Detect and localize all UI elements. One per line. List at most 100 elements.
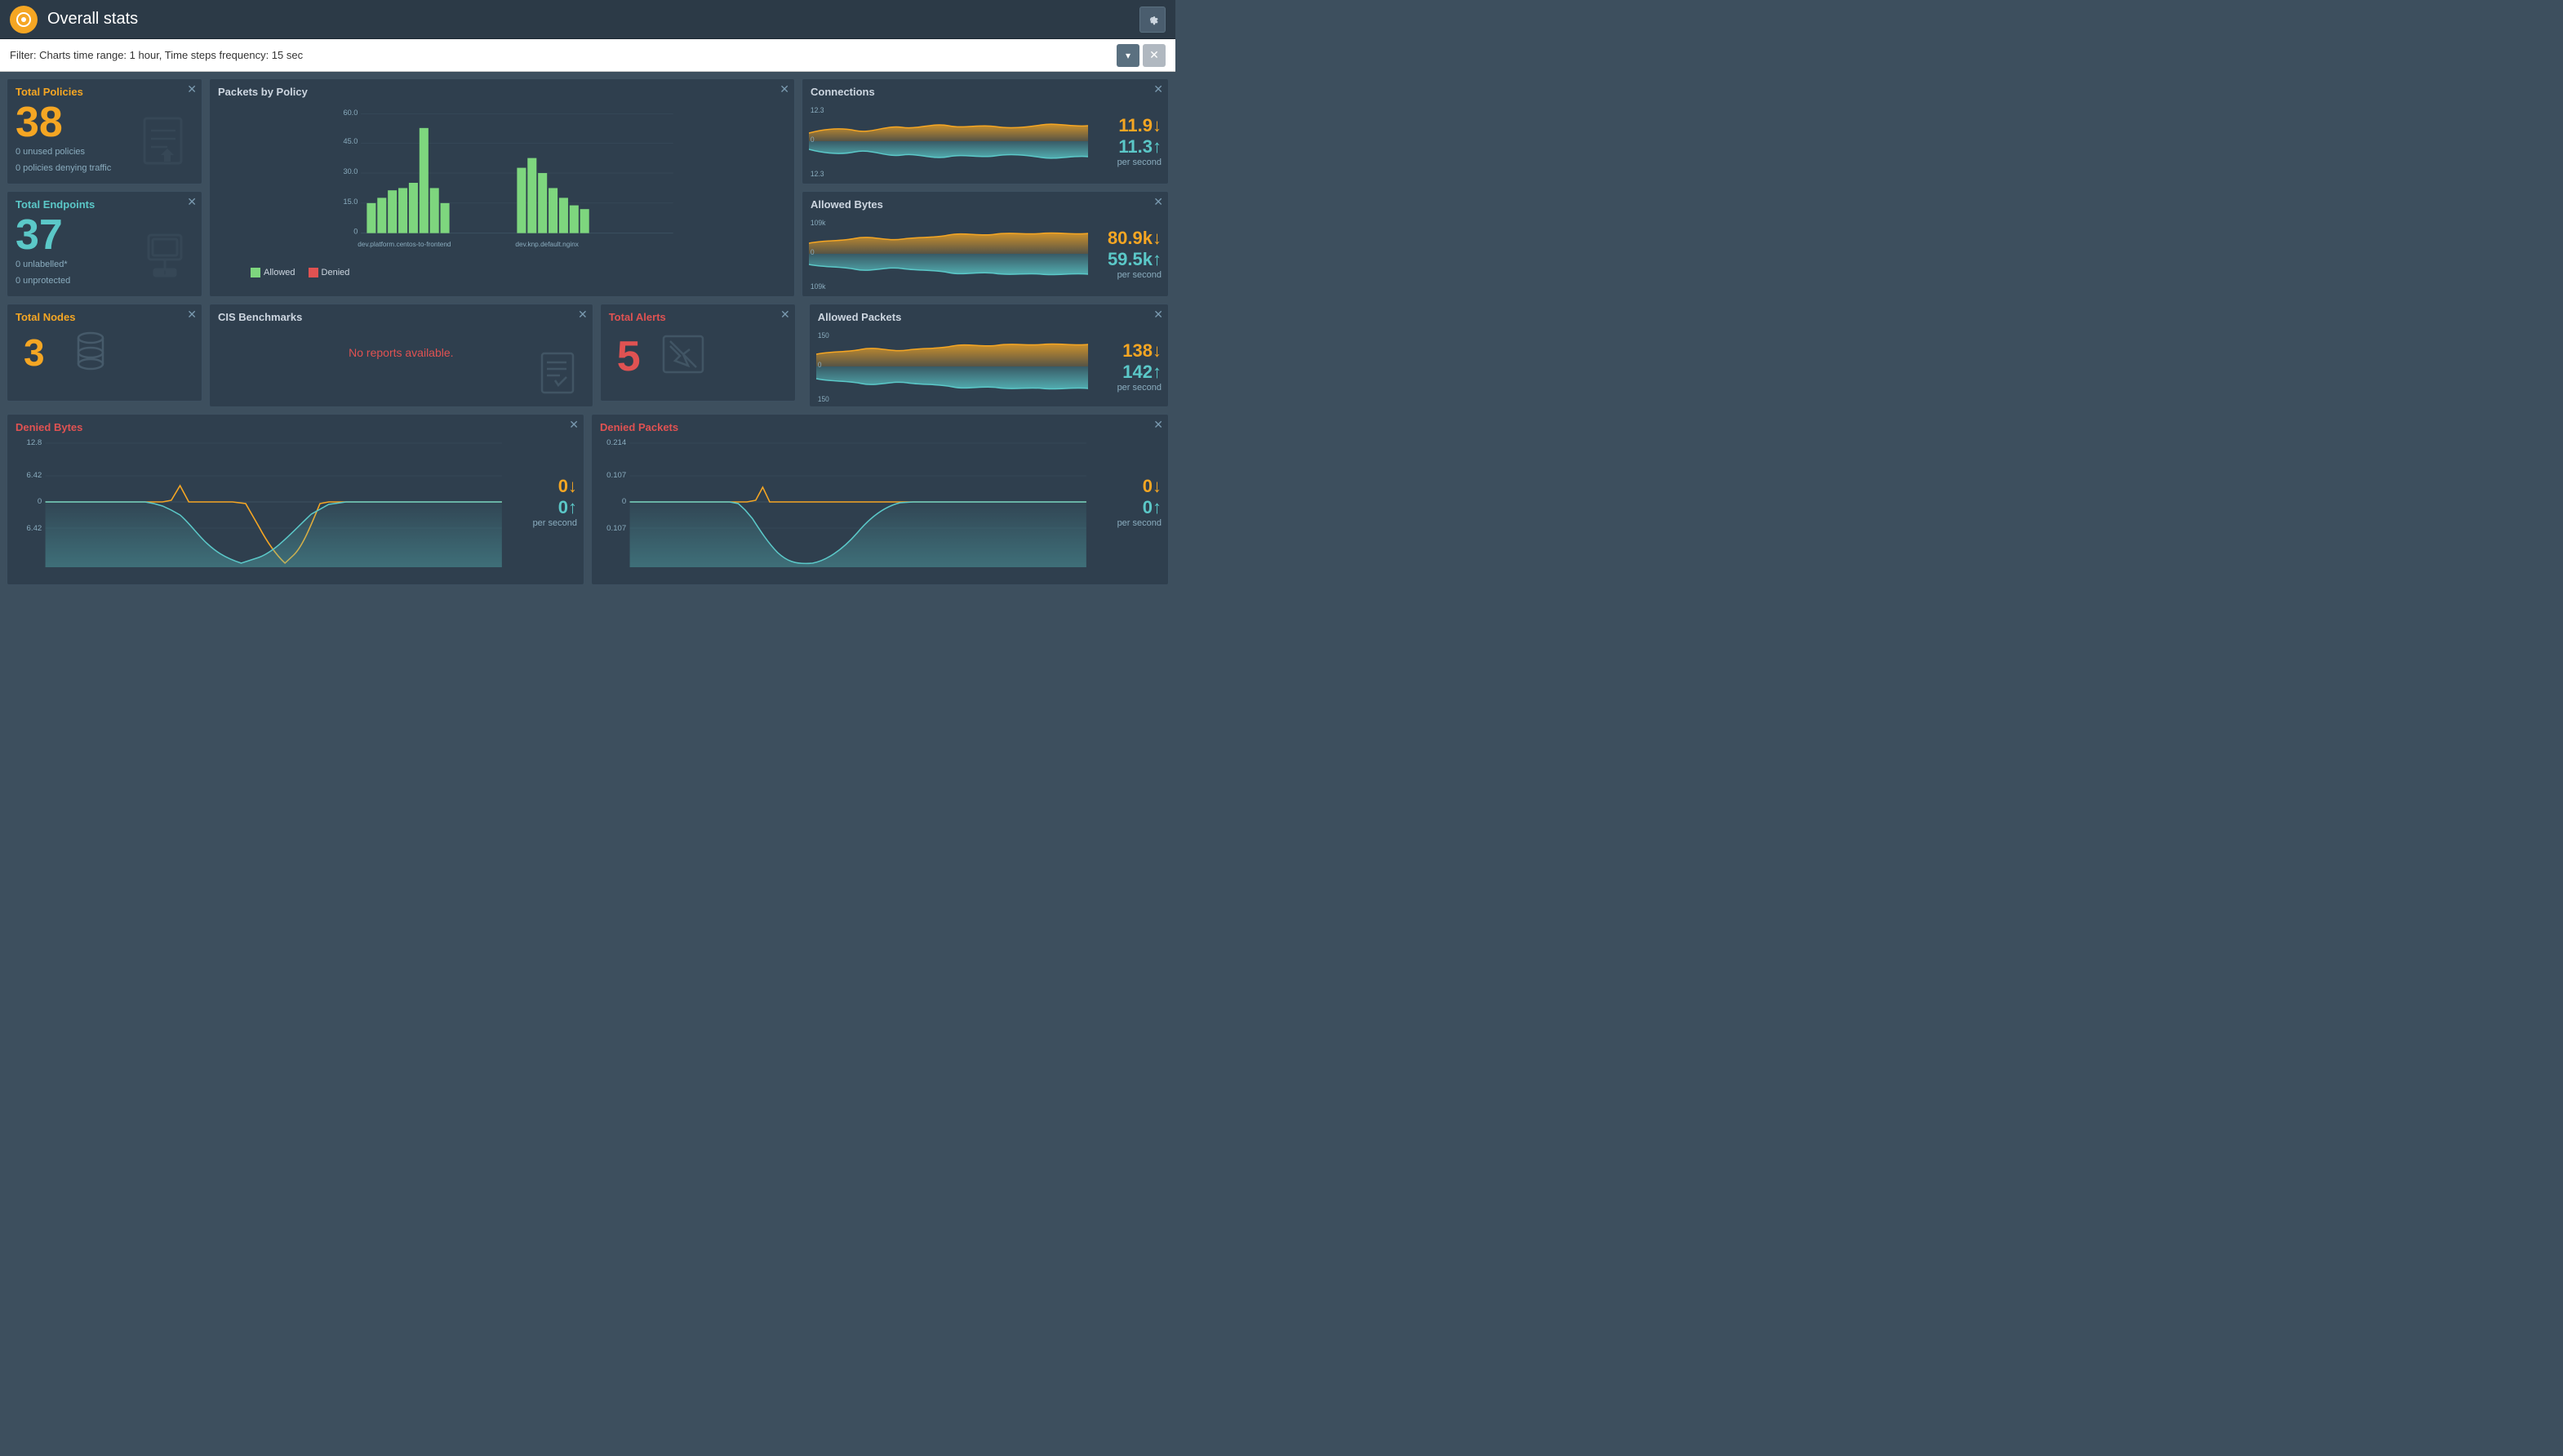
allowed-bytes-up: 59.5k↑ [1095, 249, 1162, 270]
total-alerts-title: Total Alerts [601, 304, 795, 326]
total-alerts-value: 5 [609, 335, 649, 378]
row-1: ✕ Total Policies 38 0 unused policies 0 … [7, 78, 1169, 297]
allowed-bytes-values: 80.9k↓ 59.5k↑ per second [1088, 228, 1162, 280]
cis-close[interactable]: ✕ [578, 308, 588, 322]
dashboard: ✕ Total Policies 38 0 unused policies 0 … [0, 72, 1175, 592]
packets-close[interactable]: ✕ [780, 82, 789, 96]
svg-text:109k: 109k [811, 282, 826, 291]
svg-text:0.107: 0.107 [606, 471, 626, 479]
connections-sparkline: 12.3 0 12.3 [809, 104, 1088, 178]
col-right: ✕ Connections [802, 78, 1169, 297]
total-endpoints-card: ✕ Total Endpoints 37 0 unlabelled* 0 unp… [7, 191, 202, 297]
denied-bytes-sparkline-wrap: 12.8 6.42 0 6.42 [7, 437, 584, 574]
allowed-bytes-sparkline-wrap: 109k 0 109k 80.9k↓ 59.5k↑ per second [802, 214, 1168, 294]
denied-packets-title: Denied Packets [592, 415, 1168, 437]
nodes-icon [66, 330, 115, 375]
denied-packets-down: 0↓ [1095, 476, 1162, 497]
packets-title: Packets by Policy [210, 79, 794, 101]
connections-values: 11.9↓ 11.3↑ per second [1088, 115, 1162, 167]
filter-text: Filter: Charts time range: 1 hour, Time … [10, 49, 1117, 61]
alerts-icon [659, 330, 708, 383]
denied-packets-sparkline-wrap: 0.214 0.107 0 0.107 [592, 437, 1168, 574]
row2-right: ✕ Allowed Packets 150 0 150 [809, 304, 1169, 407]
total-nodes-value: 3 [16, 334, 53, 371]
allowed-packets-title: Allowed Packets [810, 304, 1168, 326]
total-nodes-card: ✕ Total Nodes 3 [7, 304, 202, 402]
allowed-bytes-sparkline: 109k 0 109k [809, 217, 1088, 291]
total-nodes-title: Total Nodes [7, 304, 202, 326]
svg-text:0: 0 [818, 361, 822, 369]
settings-button[interactable] [1139, 7, 1166, 33]
allowed-packets-sparkline-wrap: 150 0 150 138↓ 142↑ per second [810, 326, 1168, 406]
total-endpoints-close[interactable]: ✕ [187, 195, 197, 209]
legend-allowed: Allowed [251, 268, 295, 277]
denied-packets-values: 0↓ 0↑ per second [1088, 476, 1162, 528]
denied-bytes-card: ✕ Denied Bytes [7, 414, 584, 585]
svg-text:6.42: 6.42 [27, 524, 42, 532]
allowed-bytes-per-second: per second [1095, 270, 1162, 280]
allowed-packets-card: ✕ Allowed Packets 150 0 150 [809, 304, 1169, 407]
cis-benchmarks-card: ✕ CIS Benchmarks No reports available. [209, 304, 593, 407]
bar-chart-legend: Allowed Denied [210, 264, 794, 284]
connections-close[interactable]: ✕ [1153, 82, 1163, 96]
app-logo [10, 6, 38, 33]
denied-bytes-close[interactable]: ✕ [569, 418, 579, 432]
svg-text:109k: 109k [811, 219, 826, 227]
svg-text:0: 0 [811, 248, 815, 256]
svg-text:150: 150 [818, 395, 829, 403]
total-policies-card: ✕ Total Policies 38 0 unused policies 0 … [7, 78, 202, 184]
allowed-packets-up: 142↑ [1095, 362, 1162, 383]
allowed-bytes-down: 80.9k↓ [1095, 228, 1162, 249]
denied-packets-per-second: per second [1095, 518, 1162, 528]
filter-close-button[interactable]: ✕ [1143, 44, 1166, 67]
total-policies-title: Total Policies [7, 79, 202, 101]
connections-down: 11.9↓ [1095, 115, 1162, 136]
svg-text:0.107: 0.107 [606, 524, 626, 532]
svg-text:30.0: 30.0 [343, 167, 358, 175]
allowed-bytes-card: ✕ Allowed Bytes 109k 0 109k [802, 191, 1169, 297]
svg-text:15.0: 15.0 [343, 198, 358, 206]
alerts-close[interactable]: ✕ [780, 308, 790, 322]
legend-denied: Denied [309, 268, 350, 277]
denied-bytes-per-second: per second [510, 518, 577, 528]
header: Overall stats [0, 0, 1175, 39]
svg-text:0: 0 [353, 228, 358, 236]
allowed-packets-down: 138↓ [1095, 340, 1162, 362]
svg-text:60.0: 60.0 [343, 109, 358, 117]
connections-title: Connections [802, 79, 1168, 101]
bar-chart-wrap: 60.0 45.0 30.0 15.0 0 [210, 101, 794, 264]
total-endpoints-title: Total Endpoints [7, 192, 202, 214]
denied-bytes-sparkline: 12.8 6.42 0 6.42 [14, 437, 504, 567]
col-left: ✕ Total Policies 38 0 unused policies 0 … [7, 78, 202, 297]
cis-icon [535, 349, 584, 402]
svg-text:dev.knp.default.nginx: dev.knp.default.nginx [515, 241, 579, 248]
svg-text:0: 0 [811, 135, 815, 144]
connections-sparkline-wrap: 12.3 0 12.3 11.9↓ 11.3↑ per second [802, 101, 1168, 181]
row-3: ✕ Denied Bytes [7, 414, 1169, 585]
svg-text:6.42: 6.42 [27, 471, 42, 479]
total-nodes-close[interactable]: ✕ [187, 308, 197, 322]
allowed-bytes-close[interactable]: ✕ [1153, 195, 1163, 209]
total-policies-close[interactable]: ✕ [187, 82, 197, 96]
endpoints-icon [136, 227, 193, 288]
bar-chart-svg: 60.0 45.0 30.0 15.0 0 [216, 108, 788, 258]
svg-text:0: 0 [38, 497, 42, 505]
total-alerts-card: ✕ Total Alerts 5 [600, 304, 796, 402]
connections-per-second: per second [1095, 158, 1162, 167]
filter-dropdown-button[interactable]: ▾ [1117, 44, 1139, 67]
svg-text:dev.platform.centos-to-fronten: dev.platform.centos-to-frontend [358, 241, 451, 248]
allowed-packets-close[interactable]: ✕ [1153, 308, 1163, 322]
page-title: Overall stats [47, 10, 1139, 29]
allowed-bytes-title: Allowed Bytes [802, 192, 1168, 214]
denied-bytes-values: 0↓ 0↑ per second [504, 476, 577, 528]
packets-by-policy-card: ✕ Packets by Policy 60.0 45.0 30.0 15.0 … [209, 78, 795, 297]
svg-text:12.3: 12.3 [811, 106, 824, 114]
denied-bytes-up: 0↑ [510, 497, 577, 518]
denied-bytes-down: 0↓ [510, 476, 577, 497]
allowed-packets-sparkline: 150 0 150 [816, 330, 1088, 403]
svg-text:150: 150 [818, 331, 829, 340]
denied-packets-sparkline: 0.214 0.107 0 0.107 [598, 437, 1088, 567]
denied-packets-up: 0↑ [1095, 497, 1162, 518]
denied-packets-close[interactable]: ✕ [1153, 418, 1163, 432]
connections-up: 11.3↑ [1095, 136, 1162, 158]
